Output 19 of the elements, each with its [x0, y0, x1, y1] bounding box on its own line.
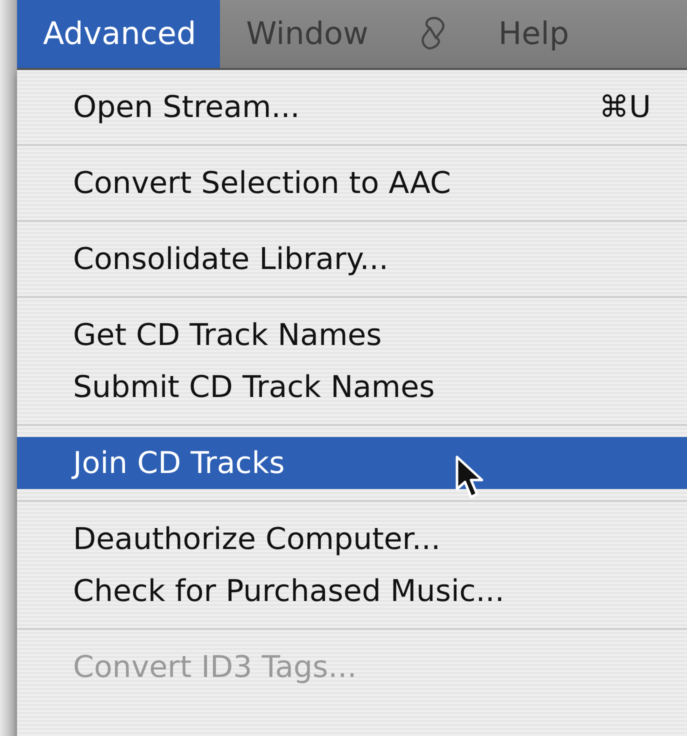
- menu-item-label: Consolidate Library...: [73, 242, 388, 276]
- menu-item[interactable]: Open Stream... ⌘U: [17, 81, 687, 133]
- menu-item-label: Submit CD Track Names: [73, 370, 435, 404]
- menu-item[interactable]: Consolidate Library...: [17, 233, 687, 285]
- menu-item[interactable]: Deauthorize Computer...: [17, 513, 687, 565]
- menu-item[interactable]: Convert Selection to AAC: [17, 157, 687, 209]
- menu-item-label: Check for Purchased Music...: [73, 574, 504, 608]
- menu-item[interactable]: Check for Purchased Music...: [17, 565, 687, 617]
- menu-item-label: Join CD Tracks: [73, 446, 285, 480]
- shortcut-label: ⌘U: [599, 90, 651, 124]
- menu-item-label: Deauthorize Computer...: [73, 522, 440, 556]
- menu-item-label: Get CD Track Names: [73, 318, 382, 352]
- menu-item-label: Convert Selection to AAC: [73, 166, 451, 200]
- scroll-icon: [420, 16, 446, 52]
- menu-item[interactable]: Get CD Track Names: [17, 309, 687, 361]
- menu-item-label: Convert ID3 Tags...: [73, 650, 357, 684]
- menu-title[interactable]: Advanced: [17, 0, 220, 68]
- menu-item-label: Open Stream...: [73, 90, 300, 124]
- menu-item[interactable]: Submit CD Track Names: [17, 361, 687, 413]
